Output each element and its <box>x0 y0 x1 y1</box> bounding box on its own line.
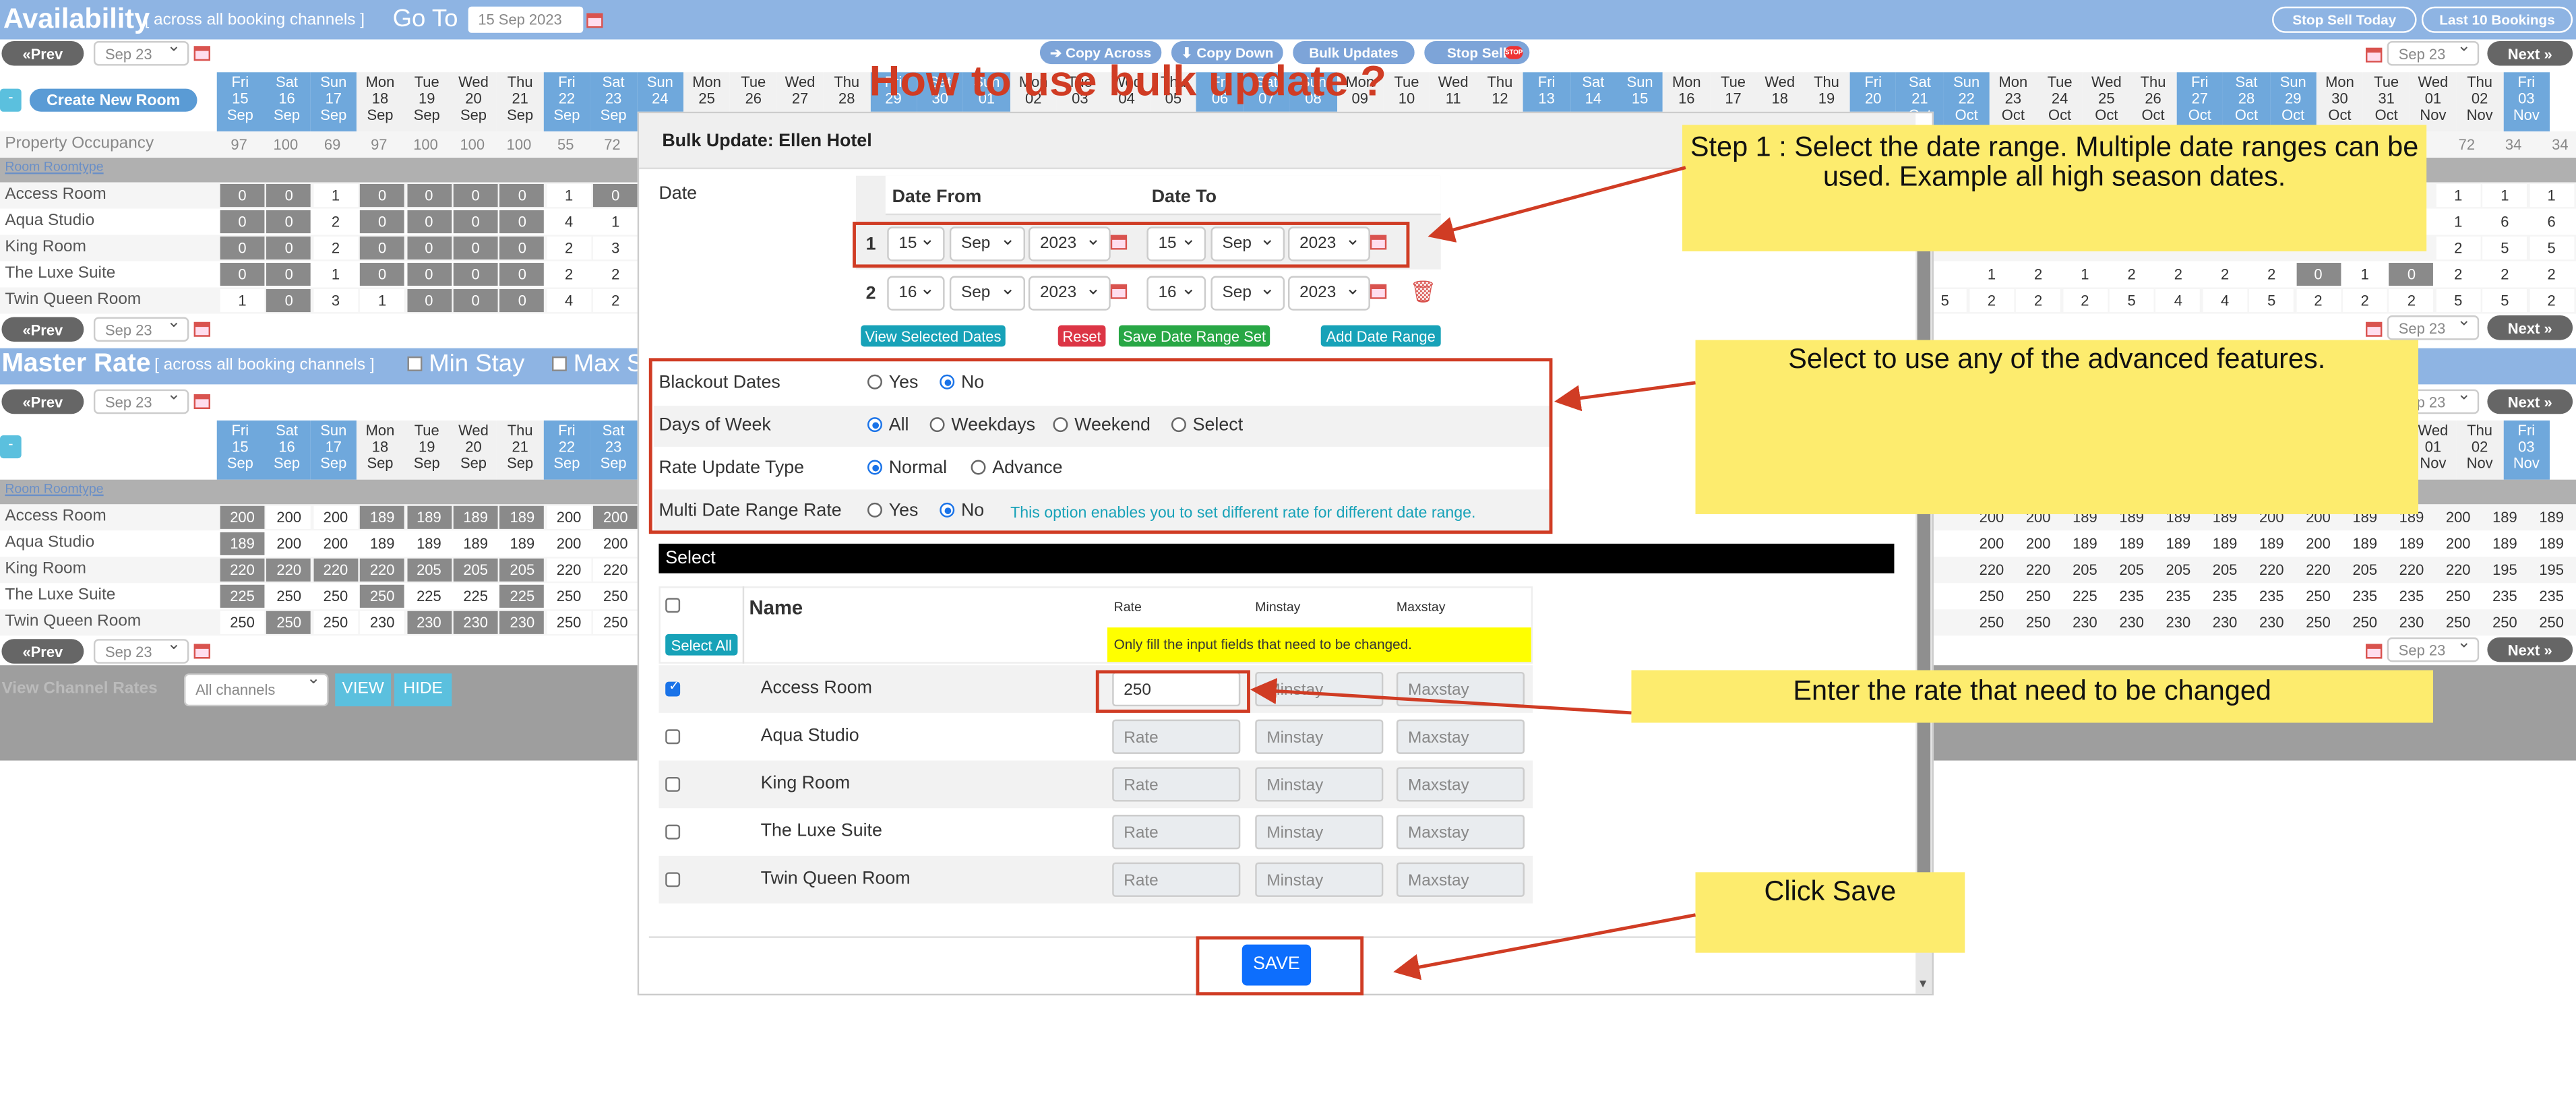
screenshot-root: Availability [ across all booking channe… <box>0 0 2576 1117</box>
annotation-arrows <box>1250 166 1696 981</box>
arrow-to-save <box>1393 913 1696 981</box>
arrow-to-date-range <box>1428 166 1686 243</box>
arrow-to-advanced <box>1554 381 1696 412</box>
arrow-to-rate <box>1250 678 1632 715</box>
